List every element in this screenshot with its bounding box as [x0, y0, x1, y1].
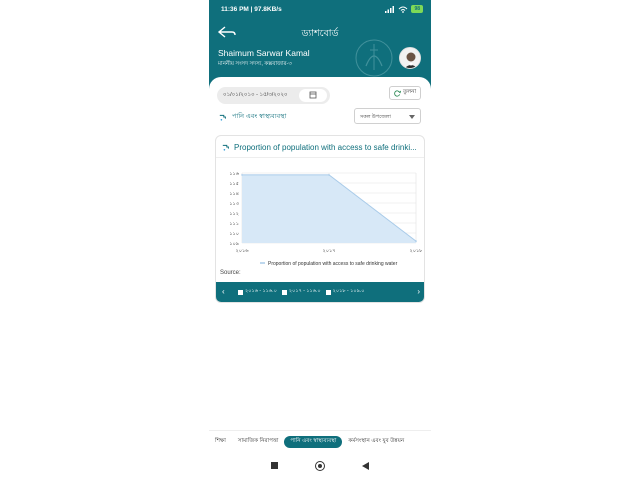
signal-icon: [385, 5, 395, 13]
user-subtitle: মাননীয় সংসদ সদস্য, কক্সবাজার-৩: [218, 61, 292, 67]
indicator-card: Proportion of population with access to …: [215, 135, 425, 303]
dashboard-content: ০১/০১/২০১০ - ১৫/৩/২০২০ তুলনা পানি এবং স্…: [209, 77, 431, 429]
calendar-button[interactable]: [299, 89, 327, 102]
y-tick-label: ১১৪: [229, 191, 239, 197]
legend-navigator: ‹ ২০১৬ - ১১৬.০ ২০১৭ - ১১৬.০ ২০১৮ - ১০৯.০…: [216, 282, 424, 302]
chevron-right-icon[interactable]: ›: [417, 287, 420, 296]
legend-item[interactable]: ২০১৭ - ১১৬.০: [281, 288, 321, 296]
date-range-value: ০১/০১/২০১০ - ১৫/৩/২০২০: [223, 92, 288, 98]
y-tick-label: ১১১: [229, 221, 239, 227]
data-point: [241, 174, 243, 176]
tab-education[interactable]: শিক্ষা: [209, 436, 232, 448]
avatar[interactable]: [399, 47, 421, 69]
data-point: [328, 174, 330, 176]
legend-items: ২০১৬ - ১১৬.০ ২০১৭ - ১১৬.০ ২০১৮ - ১০৯.০: [238, 288, 364, 296]
x-tick-label: ২০১৬: [236, 248, 250, 254]
legend-square-icon: [238, 289, 243, 295]
chevron-down-icon: [409, 115, 415, 119]
x-tick-label: ২০১৭: [323, 248, 336, 254]
system-navigation-bar: [209, 452, 431, 480]
home-icon[interactable]: [315, 461, 325, 471]
tab-employment[interactable]: কর্মসংস্থান এবং যুব উন্নয়ন: [342, 436, 410, 448]
data-point: [415, 240, 417, 242]
upazila-select[interactable]: সকল উপজেলা: [354, 108, 421, 124]
indicator-title-text: Proportion of population with access to …: [234, 142, 417, 152]
legend-square-icon: [281, 289, 287, 295]
recent-apps-icon[interactable]: [271, 462, 278, 469]
compare-button[interactable]: তুলনা: [389, 86, 421, 100]
page-title: ড্যাশবোর্ড: [301, 28, 339, 39]
user-name: Shaimum Sarwar Kamal: [218, 48, 310, 58]
legend-item-label: ২০১৬ - ১১৬.০: [245, 288, 277, 294]
back-nav-icon[interactable]: [362, 462, 369, 470]
y-tick-label: ১১২: [229, 211, 239, 217]
chevron-left-icon[interactable]: ‹: [222, 287, 225, 296]
refresh-icon: [394, 89, 401, 97]
legend-label: Proportion of population with access to …: [268, 261, 398, 267]
legend-item[interactable]: ২০১৮ - ১০৯.০: [325, 288, 365, 296]
water-tap-icon: [219, 114, 226, 121]
tab-social-safety[interactable]: সামাজিক নিরাপত্তা: [232, 436, 285, 448]
y-tick-label: ১১৫: [229, 181, 239, 187]
sector-label: পানি এবং স্বাস্থ্যব্যবস্থা: [219, 111, 286, 122]
tab-water-sanitation[interactable]: পানি এবং স্বাস্থ্যব্যবস্থা: [284, 435, 343, 448]
legend-item[interactable]: ২০১৬ - ১১৬.০: [238, 288, 277, 296]
series-area: [242, 174, 416, 243]
card-divider: [216, 157, 424, 158]
bottom-tab-bar: শিক্ষা সামাজিক নিরাপত্তা পানি এবং স্বাস্…: [209, 430, 431, 452]
calendar-icon: [309, 91, 317, 99]
source-label: Source:: [220, 270, 241, 276]
compare-label: তুলনা: [402, 89, 417, 95]
status-icons: 98: [385, 5, 423, 13]
battery-icon: 98: [411, 5, 423, 13]
date-range-field[interactable]: ০১/০১/২০১০ - ১৫/৩/২০২০: [217, 87, 330, 104]
sector-title: পানি এবং স্বাস্থ্যব্যবস্থা: [232, 113, 287, 120]
indicator-title[interactable]: Proportion of population with access to …: [222, 140, 422, 154]
user-photo-icon: [400, 48, 420, 68]
legend-square-icon: [325, 289, 331, 295]
area-chart: ১১৬ ১১৫ ১১৪ ১১৩ ১১২ ১১১ ১১০ ১০৯২০১৬ ২০১৭ ২০১৮ Prop…: [229, 171, 423, 267]
water-tap-icon: [222, 144, 229, 151]
y-tick-label: ১১৬: [229, 171, 239, 177]
status-bar: 11:36 PM | 97.8KB/s 98: [209, 0, 431, 20]
x-tick-label: ২০১৮: [410, 248, 423, 254]
legend-item-label: ২০১৮ - ১০৯.০: [332, 288, 365, 294]
status-time-speed: 11:36 PM | 97.8KB/s: [221, 6, 282, 13]
y-tick-label: ১০৯: [229, 241, 239, 247]
y-tick-label: ১১০: [229, 231, 239, 237]
legend-item-label: ২০১৭ - ১১৬.০: [288, 288, 321, 294]
app-screen: 11:36 PM | 97.8KB/s 98 ড্যাশবোর্ড Shaimu…: [209, 0, 431, 480]
emblem-watermark-icon: [355, 39, 393, 77]
wifi-icon: [399, 6, 408, 13]
upazila-select-value: সকল উপজেলা: [360, 114, 391, 120]
y-tick-label: ১১৩: [229, 201, 239, 207]
